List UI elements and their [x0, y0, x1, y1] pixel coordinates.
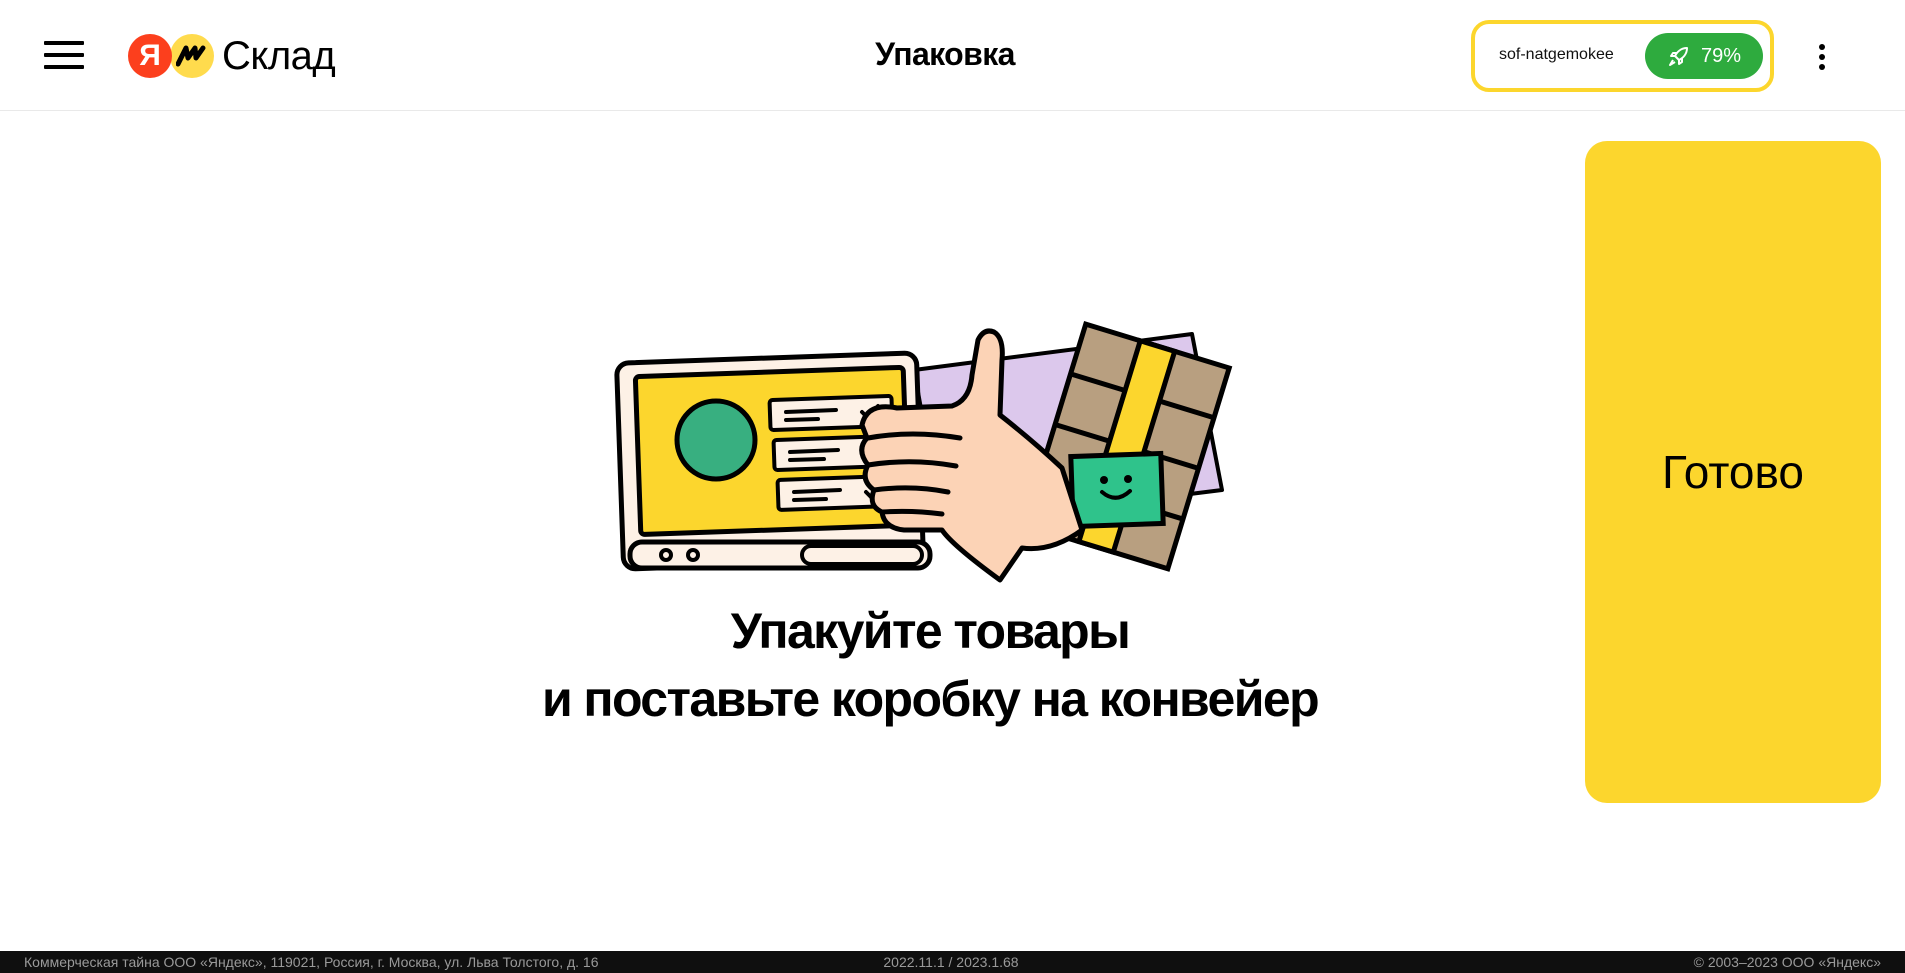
thumbs-up-packing-illustration [612, 320, 1242, 600]
footer-version: 2022.11.1 / 2023.1.68 [883, 954, 1019, 970]
yandex-logo-icon: Я [128, 34, 172, 78]
performance-value: 79% [1700, 44, 1742, 67]
ready-button[interactable]: Готово [1585, 141, 1881, 803]
footer-copyright: © 2003–2023 ООО «Яндекс» [1693, 954, 1881, 970]
app-header: Я Склад Упаковка sof-natgemokee 79% [0, 0, 1905, 111]
instruction-line-1: Упакуйте товары [730, 603, 1131, 659]
user-status-box[interactable]: sof-natgemokee 79% [1471, 20, 1774, 92]
market-logo-icon [170, 34, 214, 78]
performance-badge[interactable]: 79% [1645, 33, 1763, 79]
instruction-message: Упакуйте товары и поставьте коробку на к… [400, 597, 1460, 733]
instruction-line-2: и поставьте коробку на конвейер [541, 671, 1320, 727]
footer: Коммерческая тайна ООО «Яндекс», 119021,… [0, 951, 1905, 973]
rocket-icon [1667, 44, 1691, 68]
more-vertical-icon[interactable] [1808, 38, 1836, 74]
user-login: sof-natgemokee [1499, 46, 1614, 63]
